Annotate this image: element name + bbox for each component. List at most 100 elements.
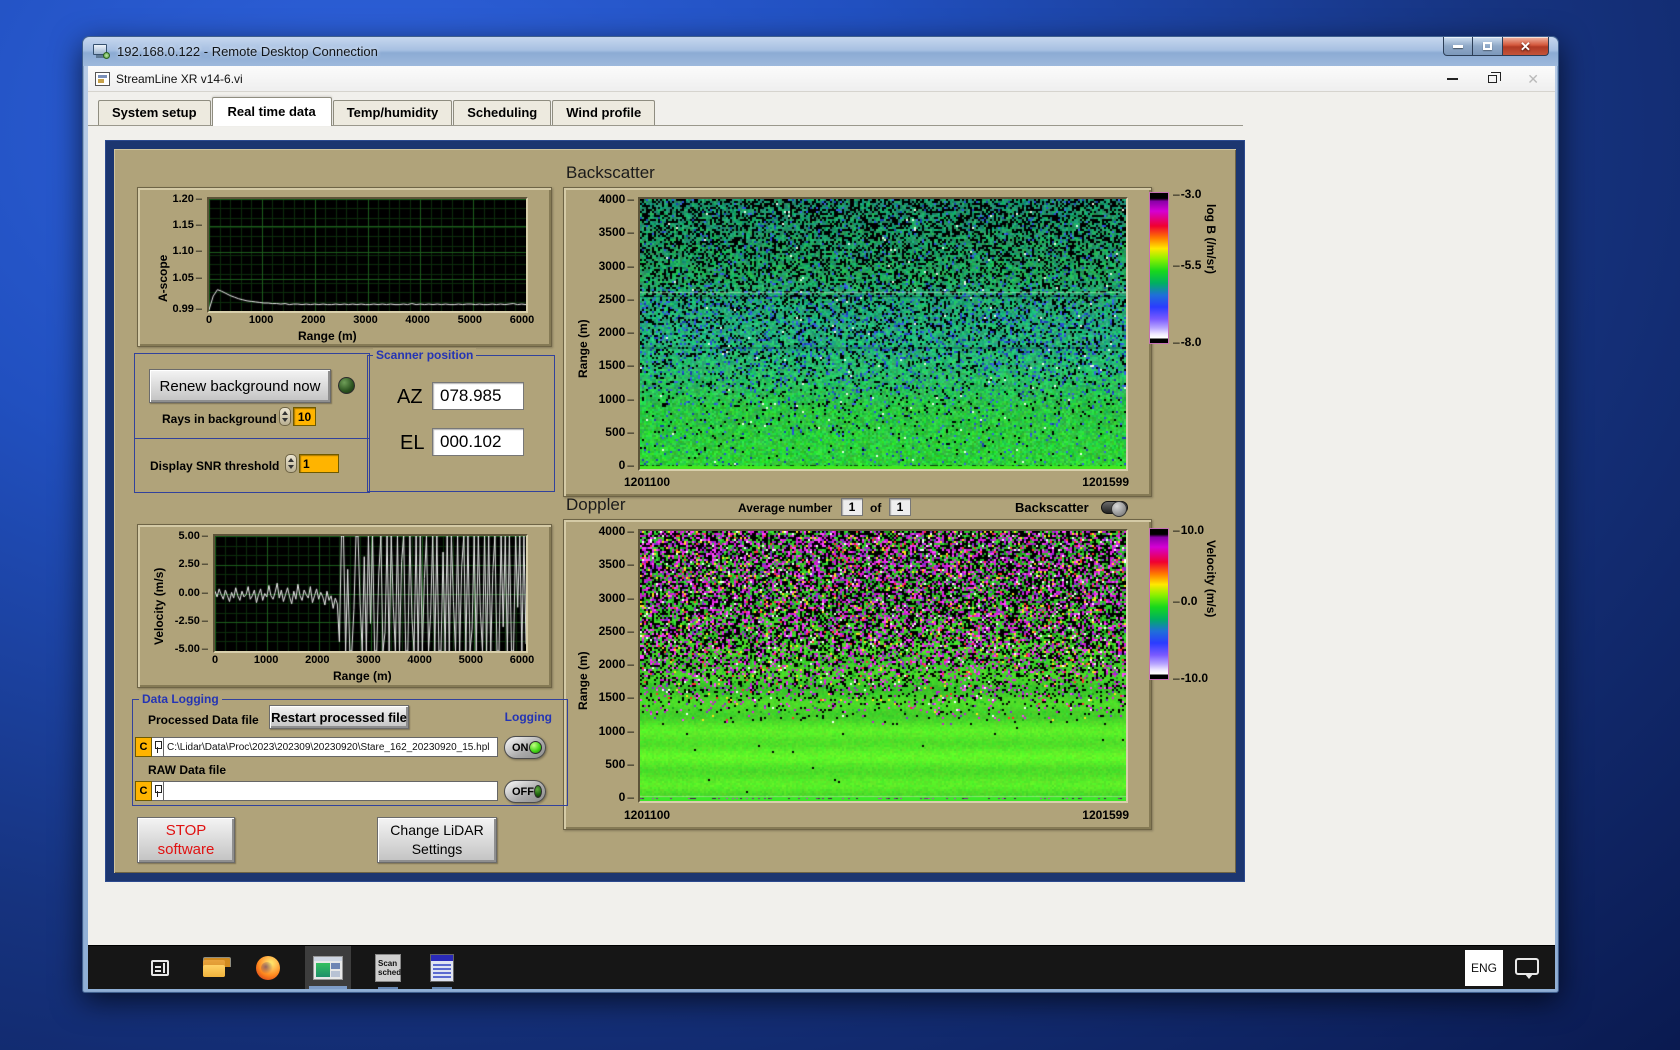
background-controls-box: Renew background now Rays in background … bbox=[134, 353, 370, 439]
processed-browse-icon[interactable] bbox=[152, 737, 164, 757]
streamline-taskbar-button[interactable] bbox=[305, 946, 351, 989]
rdp-window: 192.168.0.122 - Remote Desktop Connectio… bbox=[82, 36, 1559, 993]
a-scope-xticks: 0 1000 2000 3000 4000 5000 6000 bbox=[205, 314, 535, 326]
rays-spinner[interactable] bbox=[279, 407, 291, 426]
labview-vi-icon bbox=[95, 71, 110, 86]
rdp-minimize-button[interactable] bbox=[1443, 37, 1473, 56]
data-logging-box: Data Logging Processed Data file Restart… bbox=[132, 692, 568, 806]
raw-logging-off-switch[interactable]: OFF bbox=[504, 780, 546, 803]
a-scope-xlabel: Range (m) bbox=[298, 329, 357, 343]
minimize-icon bbox=[1447, 78, 1459, 80]
language-indicator[interactable]: ENG bbox=[1465, 950, 1503, 986]
doppler-colorbar bbox=[1149, 528, 1169, 680]
app-close-button[interactable]: ✕ bbox=[1527, 72, 1539, 86]
streamline-app-icon bbox=[313, 956, 343, 980]
tab-bar: System setup Real time data Temp/humidit… bbox=[98, 97, 656, 126]
running-app-indicator bbox=[378, 987, 398, 989]
velocity-ylabel: Velocity (m/s) bbox=[152, 567, 166, 645]
snr-spinner[interactable] bbox=[285, 454, 297, 473]
app-restore-button[interactable] bbox=[1488, 72, 1502, 83]
rdp-connection-icon bbox=[93, 44, 110, 59]
rdp-close-button[interactable]: ✕ bbox=[1503, 37, 1549, 56]
restore-icon bbox=[1488, 72, 1502, 83]
rdp-titlebar[interactable]: 192.168.0.122 - Remote Desktop Connectio… bbox=[83, 37, 1558, 66]
streamline-app-window: StreamLine XR v14-6.vi ✕ System setup Re… bbox=[88, 66, 1555, 945]
tab-real-time-data[interactable]: Real time data bbox=[211, 97, 332, 126]
taskbar: Scan sched ENG bbox=[88, 945, 1555, 989]
panel-frame: A-scope 1.20 1.15 1.10 1.05 0.99 0 1000 bbox=[105, 140, 1245, 882]
raw-path-field[interactable] bbox=[164, 781, 498, 801]
firefox-icon bbox=[256, 956, 280, 980]
velocity-canvas bbox=[215, 536, 526, 651]
doppler-colorbar-label: Velocity (m/s) bbox=[1204, 540, 1218, 618]
maximize-icon bbox=[1483, 42, 1492, 50]
snr-threshold-box: Display SNR threshold 1 bbox=[134, 438, 370, 493]
raw-browse-icon[interactable] bbox=[152, 781, 164, 801]
scan-schedule-button[interactable]: Scan sched bbox=[371, 946, 405, 989]
active-app-indicator bbox=[309, 986, 347, 989]
a-scope-canvas bbox=[209, 199, 526, 311]
firefox-button[interactable] bbox=[251, 946, 285, 989]
backscatter-x-right: 1201599 bbox=[1082, 475, 1129, 489]
running-app-indicator bbox=[432, 987, 452, 989]
velocity-xticks: 0 1000 2000 3000 4000 5000 6000 bbox=[211, 654, 535, 666]
a-scope-yticks: 1.20 1.15 1.10 1.05 0.99 bbox=[162, 193, 202, 315]
doppler-yticks: 4000 3500 3000 2500 2000 1500 1000 500 0 bbox=[592, 524, 634, 804]
velocity-graph-group: Velocity (m/s) 5.00 2.50 0.00 -2.50 -5.0… bbox=[137, 524, 552, 688]
of-label: of bbox=[870, 501, 882, 515]
logging-label: Logging bbox=[504, 710, 552, 724]
el-label: EL bbox=[400, 432, 425, 454]
processed-logging-on-switch[interactable]: ON bbox=[504, 736, 546, 759]
az-label: AZ bbox=[397, 386, 423, 408]
doppler-title: Doppler bbox=[566, 495, 626, 514]
notification-bubble-icon[interactable] bbox=[1515, 958, 1539, 979]
tab-wind-profile[interactable]: Wind profile bbox=[552, 100, 656, 125]
processed-path-control: C C:\Lidar\Data\Proc\2023\202309\2023092… bbox=[135, 737, 498, 757]
file-explorer-button[interactable] bbox=[197, 946, 231, 989]
rdp-window-title: 192.168.0.122 - Remote Desktop Connectio… bbox=[117, 44, 378, 59]
tab-system-setup[interactable]: System setup bbox=[98, 100, 211, 125]
tab-scheduling[interactable]: Scheduling bbox=[453, 100, 552, 125]
raw-data-file-label: RAW Data file bbox=[148, 763, 227, 777]
front-panel: A-scope 1.20 1.15 1.10 1.05 0.99 0 1000 bbox=[114, 149, 1236, 873]
average-total-field[interactable]: 1 bbox=[889, 498, 911, 516]
striped-document-button[interactable] bbox=[425, 946, 459, 989]
scanner-position-box: Scanner position AZ 078.985 EL 000.102 bbox=[367, 348, 555, 492]
rays-value-field[interactable]: 10 bbox=[293, 407, 316, 426]
app-minimize-button[interactable] bbox=[1447, 78, 1459, 80]
backscatter-plot bbox=[638, 197, 1128, 471]
backscatter-toggle-label: Backscatter bbox=[1015, 500, 1089, 515]
snr-threshold-label: Display SNR threshold bbox=[150, 459, 280, 473]
a-scope-plot bbox=[207, 197, 528, 313]
task-view-button[interactable] bbox=[143, 946, 177, 989]
scan-schedule-icon: Scan sched bbox=[375, 954, 401, 982]
processed-path-field[interactable]: C:\Lidar\Data\Proc\2023\202309\20230920\… bbox=[164, 737, 498, 757]
app-window-title: StreamLine XR v14-6.vi bbox=[116, 71, 243, 86]
desktop: 192.168.0.122 - Remote Desktop Connectio… bbox=[0, 0, 1680, 1050]
backscatter-toggle[interactable] bbox=[1101, 501, 1128, 517]
backscatter-x-left: 1201100 bbox=[624, 475, 671, 489]
striped-document-icon bbox=[430, 954, 454, 982]
scanner-position-title: Scanner position bbox=[373, 348, 477, 362]
restart-processed-file-button[interactable]: Restart processed file bbox=[269, 705, 409, 729]
a-scope-graph-group: A-scope 1.20 1.15 1.10 1.05 0.99 0 1000 bbox=[137, 187, 552, 347]
file-explorer-icon bbox=[203, 956, 231, 977]
doppler-x-right: 1201599 bbox=[1082, 808, 1129, 822]
rdp-maximize-button[interactable] bbox=[1473, 37, 1503, 56]
doppler-canvas bbox=[640, 531, 1126, 801]
processed-drive-selector[interactable]: C bbox=[135, 737, 152, 757]
on-led bbox=[529, 741, 542, 754]
snr-value-field[interactable]: 1 bbox=[299, 454, 339, 473]
backscatter-graph-group: Range (m) 4000 3500 3000 2500 2000 1500 … bbox=[563, 187, 1152, 497]
el-value: 000.102 bbox=[432, 428, 524, 456]
stop-software-button[interactable]: STOP software bbox=[137, 817, 235, 863]
raw-drive-selector[interactable]: C bbox=[135, 781, 152, 801]
renew-background-button[interactable]: Renew background now bbox=[149, 369, 331, 403]
doppler-plot bbox=[638, 529, 1128, 803]
remote-desktop: StreamLine XR v14-6.vi ✕ System setup Re… bbox=[88, 66, 1555, 989]
change-lidar-settings-button[interactable]: Change LiDAR Settings bbox=[377, 817, 497, 863]
app-titlebar[interactable]: StreamLine XR v14-6.vi ✕ bbox=[88, 66, 1555, 92]
doppler-x-left: 1201100 bbox=[624, 808, 671, 822]
average-number-field[interactable]: 1 bbox=[841, 498, 863, 516]
tab-temp-humidity[interactable]: Temp/humidity bbox=[332, 100, 453, 125]
